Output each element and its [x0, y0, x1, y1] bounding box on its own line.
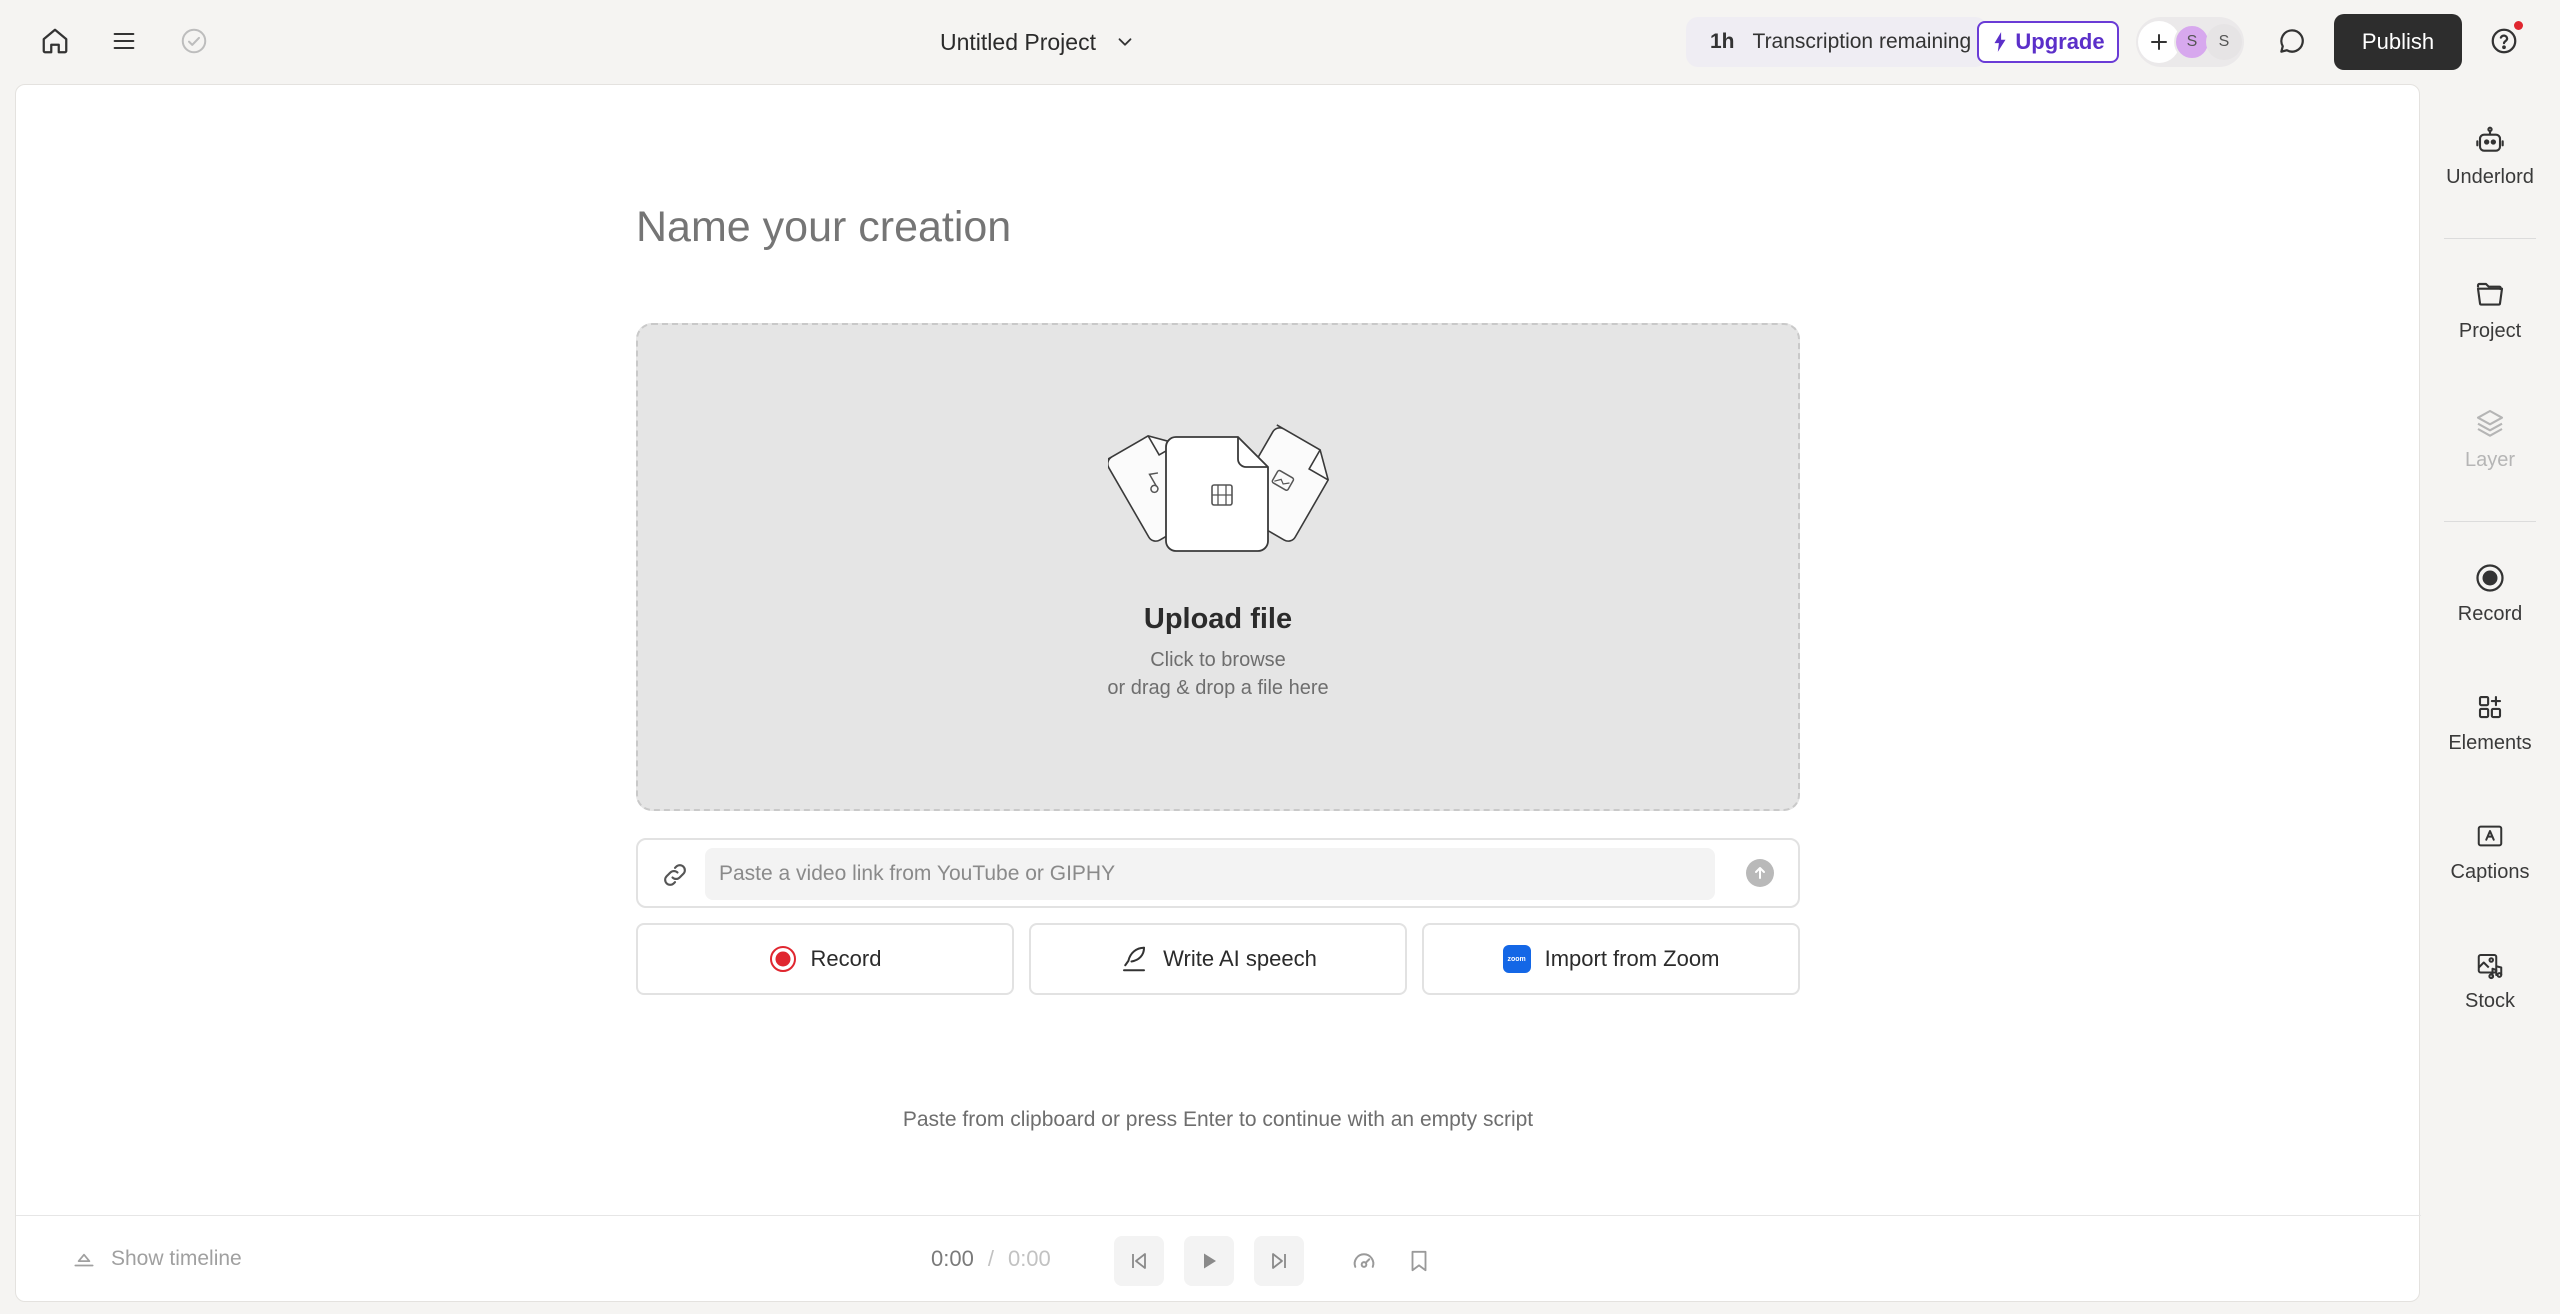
robot-icon: [2474, 124, 2506, 156]
video-link-bar: [636, 838, 1800, 908]
collaborators-group: S S: [2136, 17, 2244, 67]
write-ai-speech-button[interactable]: Write AI speech: [1029, 923, 1407, 995]
link-icon: [660, 860, 690, 890]
upload-hint-drag: or drag & drop a file here: [1107, 677, 1329, 699]
transcription-amount: 1h: [1710, 30, 1735, 53]
show-timeline-label: Show timeline: [111, 1247, 242, 1270]
comment-icon[interactable]: [2270, 19, 2314, 63]
play-button[interactable]: [1184, 1236, 1234, 1286]
upload-dropzone[interactable]: Upload file Click to browse or drag & dr…: [636, 323, 1800, 811]
time-separator: /: [987, 1246, 994, 1271]
sidebar-item-label: Layer: [2464, 448, 2516, 471]
captions-icon: [2475, 821, 2505, 851]
playback-speed-button[interactable]: [1339, 1236, 1389, 1286]
sidebar-item-layer[interactable]: Layer: [2420, 389, 2560, 489]
publish-button[interactable]: Publish: [2334, 14, 2462, 70]
import-from-zoom-button[interactable]: zoom Import from Zoom: [1422, 923, 1800, 995]
upload-files-illustration: [1108, 423, 1336, 563]
transcription-label: Transcription remaining: [1752, 30, 1972, 53]
empty-script-hint: Paste from clipboard or press Enter to c…: [902, 1108, 1534, 1131]
folder-icon: [2474, 278, 2506, 310]
record-label: Record: [810, 946, 882, 971]
bookmark-button[interactable]: [1394, 1236, 1444, 1286]
avatar[interactable]: S: [2174, 24, 2210, 60]
sidebar-item-captions[interactable]: Captions: [2420, 802, 2560, 902]
sidebar-item-record[interactable]: Record: [2420, 544, 2560, 644]
bookmark-icon: [1411, 1250, 1427, 1272]
notification-dot: [2514, 21, 2523, 30]
timeline-icon: [71, 1246, 97, 1272]
skip-forward-icon: [1272, 1253, 1286, 1269]
skip-forward-button[interactable]: [1254, 1236, 1304, 1286]
plus-icon: [2151, 34, 2167, 50]
import-from-zoom-label: Import from Zoom: [1544, 946, 1720, 971]
arrow-up-icon: [1755, 867, 1765, 879]
saved-check-icon: [172, 19, 216, 63]
avatar[interactable]: S: [2206, 24, 2242, 60]
project-title-dropdown[interactable]: Untitled Project: [940, 20, 1136, 64]
upgrade-button[interactable]: Upgrade: [1977, 21, 2119, 63]
main-panel: Upload file Click to browse or drag & dr…: [15, 84, 2421, 1303]
skip-back-icon: [1132, 1253, 1146, 1269]
upgrade-label: Upgrade: [2015, 29, 2105, 54]
layers-icon: [2474, 407, 2506, 439]
elements-icon: [2475, 692, 2505, 722]
sidebar-divider: [2444, 521, 2536, 522]
chevron-down-icon: [1114, 31, 1136, 53]
play-icon: [1204, 1253, 1216, 1269]
project-title: Untitled Project: [940, 28, 1096, 55]
home-icon[interactable]: [33, 19, 77, 63]
time-display: 0:00 / 0:00: [931, 1246, 1051, 1272]
quill-icon: [1119, 944, 1149, 974]
sidebar-item-underlord[interactable]: Underlord: [2420, 106, 2560, 206]
skip-back-button[interactable]: [1114, 1236, 1164, 1286]
transport-bar: Show timeline 0:00 / 0:00: [16, 1215, 2421, 1303]
write-ai-speech-label: Write AI speech: [1163, 946, 1317, 971]
record-icon: [2475, 563, 2505, 593]
upload-title: Upload file: [1143, 603, 1293, 635]
creation-name-input[interactable]: [636, 203, 1806, 252]
help-icon[interactable]: [2482, 19, 2526, 63]
sidebar-item-label: Project: [2458, 319, 2522, 342]
sidebar-item-label: Underlord: [2446, 165, 2534, 188]
current-time: 0:00: [931, 1246, 974, 1271]
sidebar-item-project[interactable]: Project: [2420, 260, 2560, 360]
stock-icon: [2475, 950, 2505, 980]
menu-icon[interactable]: [102, 19, 146, 63]
sidebar-item-label: Elements: [2448, 731, 2532, 754]
transcription-remaining-chip[interactable]: 1h Transcription remaining: [1686, 17, 1988, 67]
right-sidebar: Underlord Project Layer Record Elements …: [2420, 84, 2560, 1314]
sidebar-item-stock[interactable]: Stock: [2420, 931, 2560, 1031]
sidebar-item-label: Stock: [2464, 989, 2516, 1012]
sidebar-divider: [2444, 238, 2536, 239]
duration: 0:00: [1007, 1246, 1051, 1271]
zoom-logo-icon: zoom: [1502, 945, 1531, 973]
record-icon: [769, 945, 797, 973]
video-link-input[interactable]: [705, 848, 1715, 900]
lightning-icon: [1991, 31, 2009, 53]
sidebar-item-label: Captions: [2450, 860, 2530, 883]
sidebar-item-elements[interactable]: Elements: [2420, 673, 2560, 773]
publish-label: Publish: [2361, 29, 2435, 54]
speed-gauge-icon: [1353, 1253, 1375, 1268]
upload-hint-browse: Click to browse: [1150, 649, 1286, 671]
show-timeline-button[interactable]: Show timeline: [71, 1246, 242, 1272]
record-button[interactable]: Record: [636, 923, 1014, 995]
submit-link-button[interactable]: [1746, 859, 1774, 887]
top-bar: Untitled Project 1h Transcription remain…: [0, 0, 2560, 84]
sidebar-item-label: Record: [2457, 602, 2523, 625]
